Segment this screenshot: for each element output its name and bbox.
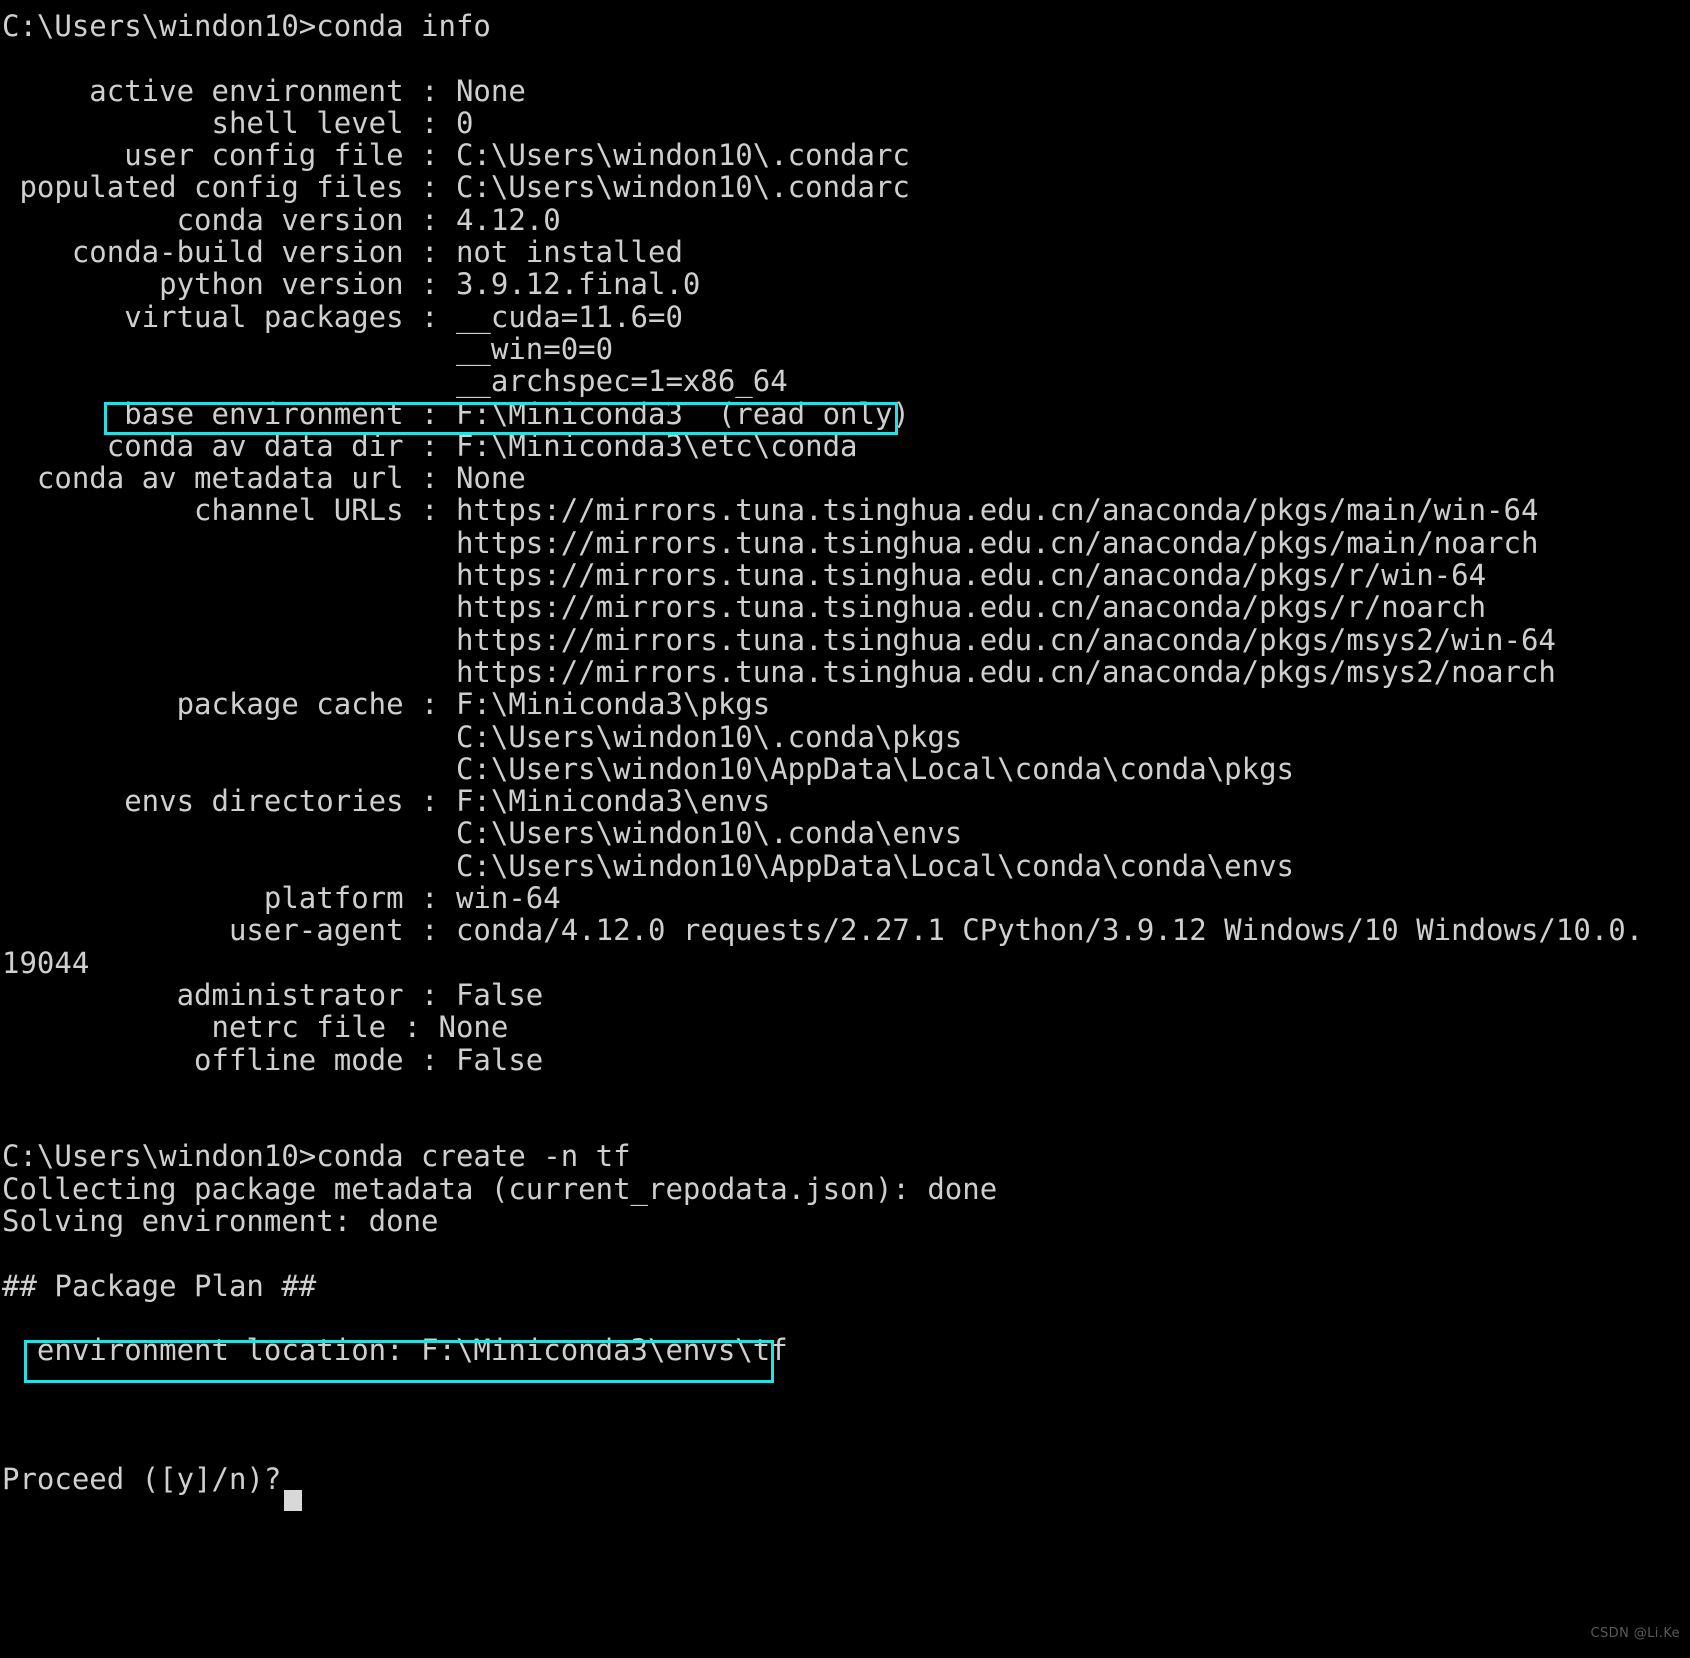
terminal-line: __archspec=1=x86_64 [2, 364, 788, 399]
text-cursor [284, 1490, 302, 1511]
terminal-line: conda av metadata url : None [2, 461, 526, 496]
terminal-line: shell level : 0 [2, 105, 474, 140]
terminal-line: active environment : None [2, 73, 526, 108]
terminal-line: __win=0=0 [2, 331, 614, 366]
terminal-line: offline mode : False [2, 1042, 544, 1077]
terminal-line: 19044 [2, 945, 90, 980]
terminal-line: user-agent : conda/4.12.0 requests/2.27.… [2, 913, 1644, 948]
terminal-line: virtual packages : __cuda=11.6=0 [2, 299, 683, 334]
terminal-line: user config file : C:\Users\windon10\.co… [2, 138, 910, 173]
terminal-line: https://mirrors.tuna.tsinghua.edu.cn/ana… [2, 525, 1539, 560]
terminal-output: C:\Users\windon10>conda info active envi… [0, 10, 1690, 1496]
terminal-line: administrator : False [2, 977, 544, 1012]
terminal-line: C:\Users\windon10\AppData\Local\conda\co… [2, 751, 1295, 786]
terminal-line: C:\Users\windon10\.conda\envs [2, 816, 963, 851]
terminal-line: envs directories : F:\Miniconda3\envs [2, 784, 771, 819]
terminal-window[interactable]: C:\Users\windon10>conda info active envi… [0, 0, 1690, 1658]
csdn-watermark: CSDN @Li.Ke [1590, 1625, 1680, 1641]
terminal-line: environment location: F:\Miniconda3\envs… [2, 1333, 788, 1368]
terminal-line: C:\Users\windon10\.conda\pkgs [2, 719, 963, 754]
terminal-line: https://mirrors.tuna.tsinghua.edu.cn/ana… [2, 622, 1556, 657]
terminal-line: C:\Users\windon10\AppData\Local\conda\co… [2, 848, 1295, 883]
terminal-line: conda version : 4.12.0 [2, 202, 561, 237]
terminal-line: https://mirrors.tuna.tsinghua.edu.cn/ana… [2, 654, 1556, 689]
terminal-line: package cache : F:\Miniconda3\pkgs [2, 687, 771, 722]
terminal-line: C:\Users\windon10>conda create -n tf [2, 1139, 631, 1174]
terminal-line: channel URLs : https://mirrors.tuna.tsin… [2, 493, 1539, 528]
terminal-line: platform : win-64 [2, 881, 561, 916]
terminal-line: python version : 3.9.12.final.0 [2, 267, 701, 302]
terminal-line: Solving environment: done [2, 1203, 439, 1238]
terminal-line: netrc file : None [2, 1010, 509, 1045]
terminal-line: Collecting package metadata (current_rep… [2, 1171, 998, 1206]
terminal-line: Proceed ([y]/n)? [2, 1462, 299, 1497]
terminal-line: conda av data dir : F:\Miniconda3\etc\co… [2, 428, 858, 463]
terminal-line: https://mirrors.tuna.tsinghua.edu.cn/ana… [2, 590, 1487, 625]
terminal-line: conda-build version : not installed [2, 235, 683, 270]
terminal-line: ## Package Plan ## [2, 1268, 317, 1303]
terminal-line: https://mirrors.tuna.tsinghua.edu.cn/ana… [2, 558, 1487, 593]
terminal-line: C:\Users\windon10>conda info [2, 9, 491, 43]
terminal-line: base environment : F:\Miniconda3 (read o… [2, 396, 910, 431]
terminal-line: populated config files : C:\Users\windon… [2, 170, 910, 205]
